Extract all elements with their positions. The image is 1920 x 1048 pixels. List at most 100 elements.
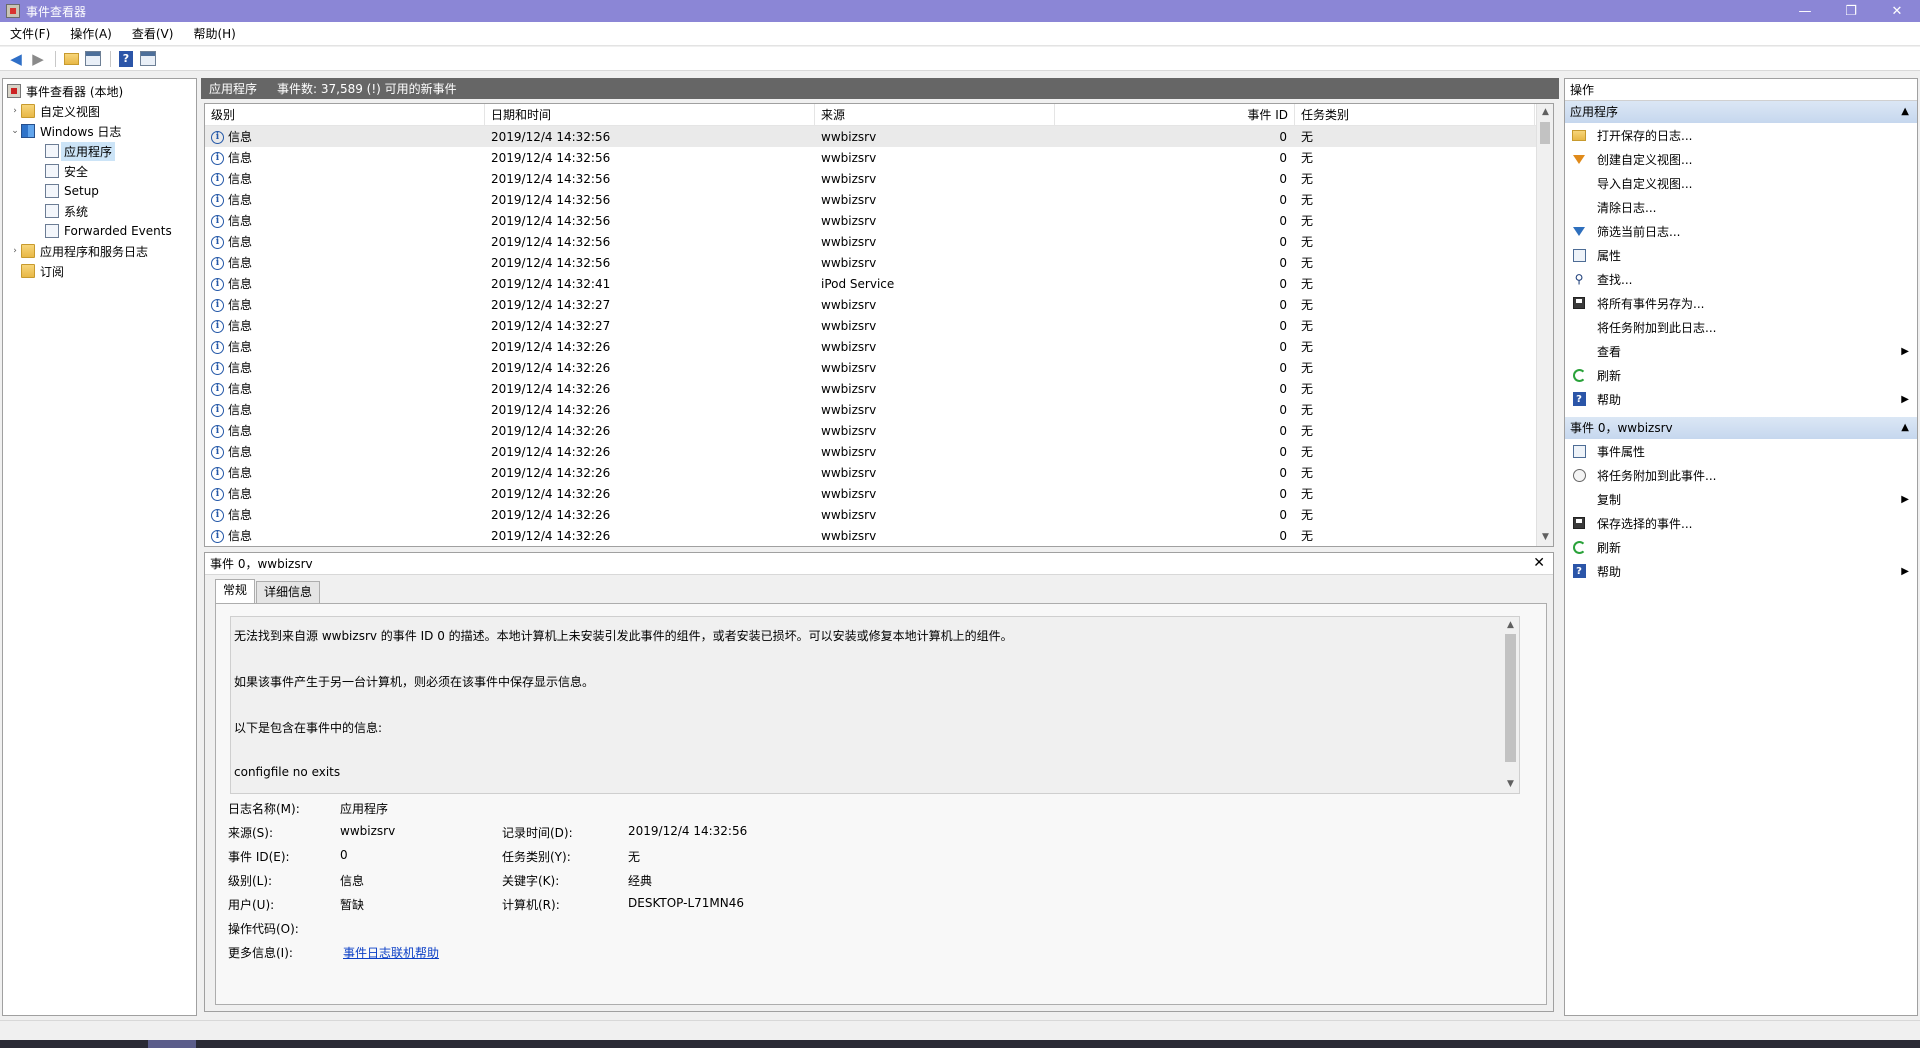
event-description[interactable]: 无法找到来自源 wwbizsrv 的事件 ID 0 的描述。本地计算机上未安装引…	[230, 616, 1520, 794]
opcode-label: 操作代码(O):	[228, 922, 299, 936]
table-row[interactable]: i 信息 2019/12/4 14:32:26 wwbizsrv 0 无	[205, 357, 1553, 378]
table-row[interactable]: i 信息 2019/12/4 14:32:27 wwbizsrv 0 无	[205, 315, 1553, 336]
table-row[interactable]: i 信息 2019/12/4 14:32:56 wwbizsrv 0 无	[205, 126, 1553, 147]
action-filter-current-log[interactable]: 筛选当前日志...	[1565, 219, 1917, 243]
table-row[interactable]: i 信息 2019/12/4 14:32:56 wwbizsrv 0 无	[205, 189, 1553, 210]
action-refresh-event[interactable]: 刷新	[1565, 535, 1917, 559]
scroll-thumb[interactable]	[1540, 122, 1550, 144]
table-row[interactable]: i 信息 2019/12/4 14:32:26 wwbizsrv 0 无	[205, 462, 1553, 483]
table-row[interactable]: i 信息 2019/12/4 14:32:26 wwbizsrv 0 无	[205, 483, 1553, 504]
action-help[interactable]: ? 帮助 ▶	[1565, 387, 1917, 411]
expand-arrow-icon[interactable]: ›	[9, 246, 21, 256]
action-view[interactable]: 查看 ▶	[1565, 339, 1917, 363]
tree-item-application[interactable]: 应用程序	[3, 141, 196, 161]
tree-item-setup[interactable]: Setup	[3, 181, 196, 201]
column-level[interactable]: 级别	[205, 104, 485, 125]
close-window-button[interactable]: ✕	[1874, 0, 1920, 22]
table-row[interactable]: i 信息 2019/12/4 14:32:56 wwbizsrv 0 无	[205, 252, 1553, 273]
scroll-down-icon[interactable]: ▼	[1537, 529, 1553, 546]
minimize-button[interactable]: —	[1782, 0, 1828, 22]
collapse-arrow-icon[interactable]: ⌄	[9, 126, 21, 136]
column-task[interactable]: 任务类别	[1295, 104, 1535, 125]
action-attach-task-to-event[interactable]: 将任务附加到此事件...	[1565, 463, 1917, 487]
action-refresh[interactable]: 刷新	[1565, 363, 1917, 387]
table-row[interactable]: i 信息 2019/12/4 14:32:26 wwbizsrv 0 无	[205, 504, 1553, 525]
action-copy[interactable]: 复制 ▶	[1565, 487, 1917, 511]
cell-source: iPod Service	[821, 276, 895, 291]
table-row[interactable]: i 信息 2019/12/4 14:32:27 wwbizsrv 0 无	[205, 294, 1553, 315]
table-row[interactable]: i 信息 2019/12/4 14:32:26 wwbizsrv 0 无	[205, 441, 1553, 462]
action-find[interactable]: ⚲ 查找...	[1565, 267, 1917, 291]
cell-date: 2019/12/4 14:32:26	[491, 528, 611, 543]
submenu-arrow-icon: ▶	[1901, 345, 1909, 357]
cell-task: 无	[1301, 214, 1314, 228]
table-row[interactable]: i 信息 2019/12/4 14:32:41 iPod Service 0 无	[205, 273, 1553, 294]
scroll-down-icon[interactable]: ▼	[1502, 776, 1519, 793]
action-help-event[interactable]: ? 帮助 ▶	[1565, 559, 1917, 583]
forward-arrow-icon[interactable]: ▶	[28, 49, 48, 69]
tab-general[interactable]: 常规	[215, 579, 256, 603]
tab-details[interactable]: 详细信息	[256, 581, 321, 603]
action-attach-task-to-log[interactable]: 将任务附加到此日志...	[1565, 315, 1917, 339]
description-scrollbar[interactable]: ▲ ▼	[1502, 617, 1519, 793]
close-icon[interactable]: ✕	[1533, 555, 1545, 571]
action-save-selected-events[interactable]: 保存选择的事件...	[1565, 511, 1917, 535]
table-row[interactable]: i 信息 2019/12/4 14:32:26 wwbizsrv 0 无	[205, 525, 1553, 546]
log-icon	[45, 144, 59, 158]
column-source[interactable]: 来源	[815, 104, 1055, 125]
logged-value: 2019/12/4 14:32:56	[628, 824, 748, 838]
tree-item-custom-views[interactable]: › 自定义视图	[3, 101, 196, 121]
table-row[interactable]: i 信息 2019/12/4 14:32:56 wwbizsrv 0 无	[205, 168, 1553, 189]
properties-icon	[1571, 443, 1587, 459]
table-row[interactable]: i 信息 2019/12/4 14:32:56 wwbizsrv 0 无	[205, 231, 1553, 252]
taskbar-active-app[interactable]	[148, 1040, 196, 1048]
cell-source: wwbizsrv	[821, 213, 877, 228]
cell-date: 2019/12/4 14:32:56	[491, 234, 611, 249]
menu-action[interactable]: 操作(A)	[60, 25, 122, 42]
help-icon[interactable]: ?	[116, 49, 136, 69]
column-event-id[interactable]: 事件 ID	[1055, 104, 1295, 125]
table-row[interactable]: i 信息 2019/12/4 14:32:26 wwbizsrv 0 无	[205, 378, 1553, 399]
action-event-properties[interactable]: 事件属性	[1565, 439, 1917, 463]
back-arrow-icon[interactable]: ◀	[6, 49, 26, 69]
action-create-custom-view[interactable]: 创建自定义视图...	[1565, 147, 1917, 171]
online-help-link[interactable]: 事件日志联机帮助	[343, 944, 439, 961]
column-date[interactable]: 日期和时间	[485, 104, 815, 125]
table-row[interactable]: i 信息 2019/12/4 14:32:56 wwbizsrv 0 无	[205, 210, 1553, 231]
menu-help[interactable]: 帮助(H)	[183, 25, 245, 42]
actions-section-application[interactable]: 应用程序 ▲	[1565, 101, 1917, 123]
collapse-caret-icon[interactable]: ▲	[1901, 101, 1909, 123]
tree-item-subscriptions[interactable]: 订阅	[3, 261, 196, 281]
menu-file[interactable]: 文件(F)	[0, 25, 60, 42]
expand-arrow-icon[interactable]: ›	[9, 106, 21, 116]
actions-section-event[interactable]: 事件 0，wwbizsrv ▲	[1565, 417, 1917, 439]
tree-item-system[interactable]: 系统	[3, 201, 196, 221]
action-properties[interactable]: 属性	[1565, 243, 1917, 267]
table-row[interactable]: i 信息 2019/12/4 14:32:26 wwbizsrv 0 无	[205, 399, 1553, 420]
show-hide-action-pane-icon[interactable]	[138, 49, 158, 69]
tree-item-windows-logs[interactable]: ⌄ Windows 日志	[3, 121, 196, 141]
menu-view[interactable]: 查看(V)	[122, 25, 184, 42]
cell-date: 2019/12/4 14:32:27	[491, 297, 611, 312]
action-save-all-events[interactable]: 将所有事件另存为...	[1565, 291, 1917, 315]
table-row[interactable]: i 信息 2019/12/4 14:32:26 wwbizsrv 0 无	[205, 336, 1553, 357]
scroll-up-icon[interactable]: ▲	[1502, 617, 1519, 634]
cell-source: wwbizsrv	[821, 465, 877, 480]
restore-button[interactable]: ❐	[1828, 0, 1874, 22]
tree-item-security[interactable]: 安全	[3, 161, 196, 181]
tree-item-root[interactable]: 事件查看器 (本地)	[3, 81, 196, 101]
scroll-thumb[interactable]	[1505, 634, 1516, 762]
collapse-caret-icon[interactable]: ▲	[1901, 417, 1909, 439]
tree-item-app-service-logs[interactable]: › 应用程序和服务日志	[3, 241, 196, 261]
table-row[interactable]: i 信息 2019/12/4 14:32:56 wwbizsrv 0 无	[205, 147, 1553, 168]
action-import-custom-view[interactable]: 导入自定义视图...	[1565, 171, 1917, 195]
grid-scrollbar[interactable]: ▲ ▼	[1536, 104, 1553, 546]
computer-value: DESKTOP-L71MN46	[628, 896, 745, 910]
action-clear-log[interactable]: 清除日志...	[1565, 195, 1917, 219]
show-hide-tree-icon[interactable]	[83, 49, 103, 69]
up-folder-icon[interactable]	[61, 49, 81, 69]
table-row[interactable]: i 信息 2019/12/4 14:32:26 wwbizsrv 0 无	[205, 420, 1553, 441]
action-open-saved-log[interactable]: 打开保存的日志...	[1565, 123, 1917, 147]
tree-item-forwarded-events[interactable]: Forwarded Events	[3, 221, 196, 241]
scroll-up-icon[interactable]: ▲	[1537, 104, 1553, 121]
